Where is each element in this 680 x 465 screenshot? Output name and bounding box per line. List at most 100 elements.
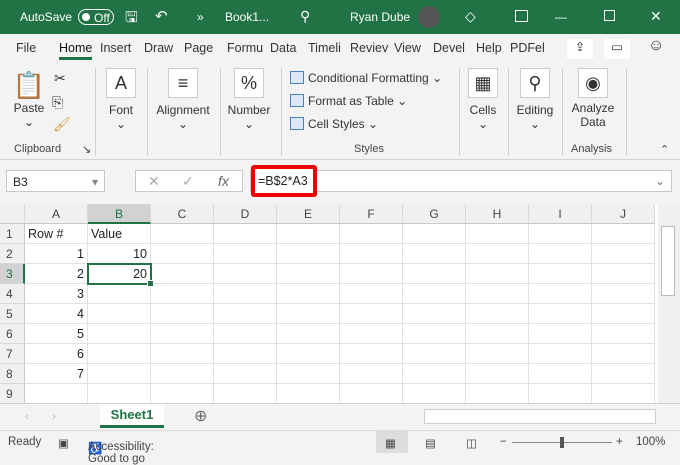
cell-B2[interactable]: 10 bbox=[88, 244, 151, 264]
cell-H6[interactable] bbox=[466, 324, 529, 344]
add-sheet-icon[interactable]: ⊕ bbox=[194, 406, 207, 426]
row-header-1[interactable]: 1 bbox=[0, 224, 25, 244]
cell-A4[interactable]: 3 bbox=[25, 284, 88, 304]
cell-B4[interactable] bbox=[88, 284, 151, 304]
cell-B7[interactable] bbox=[88, 344, 151, 364]
cell-C5[interactable] bbox=[151, 304, 214, 324]
macro-icon[interactable]: ▣ bbox=[58, 436, 69, 450]
row-header-3[interactable]: 3 bbox=[0, 264, 25, 284]
column-header-H[interactable]: H bbox=[466, 204, 529, 224]
row-header-9[interactable]: 9 bbox=[0, 384, 25, 403]
number-button[interactable]: % Number ⌄ bbox=[226, 68, 272, 131]
copy-icon[interactable]: ⎘ bbox=[52, 94, 63, 111]
cell-E3[interactable] bbox=[277, 264, 340, 284]
cell-H4[interactable] bbox=[466, 284, 529, 304]
cell-I2[interactable] bbox=[529, 244, 592, 264]
cell-F4[interactable] bbox=[340, 284, 403, 304]
minimize-icon[interactable]: — bbox=[555, 10, 567, 24]
comments-icon[interactable]: ▭ bbox=[604, 39, 630, 59]
cell-I3[interactable] bbox=[529, 264, 592, 284]
save-icon[interactable]: 🖫 bbox=[125, 7, 138, 32]
cut-icon[interactable]: ✂ bbox=[54, 70, 66, 87]
cell-D8[interactable] bbox=[214, 364, 277, 384]
cell-J5[interactable] bbox=[592, 304, 655, 324]
cell-A7[interactable]: 6 bbox=[25, 344, 88, 364]
cell-H8[interactable] bbox=[466, 364, 529, 384]
alignment-button[interactable]: ≡ Alignment ⌄ bbox=[153, 68, 213, 131]
scroll-thumb[interactable] bbox=[661, 226, 675, 296]
cell-J3[interactable] bbox=[592, 264, 655, 284]
cell-G5[interactable] bbox=[403, 304, 466, 324]
enter-icon[interactable]: ✓ bbox=[182, 173, 194, 190]
tab-timeline[interactable]: Timeli bbox=[308, 41, 341, 55]
column-header-I[interactable]: I bbox=[529, 204, 592, 224]
cell-A2[interactable]: 1 bbox=[25, 244, 88, 264]
cell-C3[interactable] bbox=[151, 264, 214, 284]
tab-review[interactable]: Reviev bbox=[350, 41, 388, 55]
cell-C2[interactable] bbox=[151, 244, 214, 264]
more-commands[interactable]: » bbox=[197, 10, 204, 24]
row-header-2[interactable]: 2 bbox=[0, 244, 25, 264]
column-header-B[interactable]: B bbox=[88, 204, 151, 224]
smiley-icon[interactable]: ☺ bbox=[648, 37, 664, 55]
cell-F2[interactable] bbox=[340, 244, 403, 264]
cells-button[interactable]: ▦ Cells ⌄ bbox=[467, 68, 499, 131]
next-sheet-icon[interactable]: › bbox=[52, 409, 56, 423]
cell-H2[interactable] bbox=[466, 244, 529, 264]
zoom-out-icon[interactable]: − bbox=[500, 436, 507, 448]
cell-J7[interactable] bbox=[592, 344, 655, 364]
cell-F7[interactable] bbox=[340, 344, 403, 364]
tab-file[interactable]: File bbox=[16, 41, 36, 55]
tab-page-layout[interactable]: Page bbox=[184, 41, 213, 55]
page-break-icon[interactable]: ◫ bbox=[466, 436, 477, 450]
cell-H5[interactable] bbox=[466, 304, 529, 324]
cell-E1[interactable] bbox=[277, 224, 340, 244]
cell-H3[interactable] bbox=[466, 264, 529, 284]
cell-J8[interactable] bbox=[592, 364, 655, 384]
diamond-icon[interactable]: ◇ bbox=[465, 8, 476, 25]
collapse-ribbon-icon[interactable]: ⌃ bbox=[660, 143, 669, 156]
cell-J4[interactable] bbox=[592, 284, 655, 304]
cell-D2[interactable] bbox=[214, 244, 277, 264]
cell-B1[interactable]: Value bbox=[88, 224, 151, 244]
paste-button[interactable]: 📋 Paste ⌄ bbox=[12, 70, 46, 129]
cell-E4[interactable] bbox=[277, 284, 340, 304]
cell-F6[interactable] bbox=[340, 324, 403, 344]
vertical-scrollbar[interactable] bbox=[658, 204, 680, 403]
maximize-icon[interactable] bbox=[604, 10, 615, 21]
tab-insert[interactable]: Insert bbox=[100, 41, 131, 55]
tab-draw[interactable]: Draw bbox=[144, 41, 173, 55]
format-as-table-button[interactable]: Format as Table ⌄ bbox=[290, 94, 407, 108]
cell-F8[interactable] bbox=[340, 364, 403, 384]
cell-E6[interactable] bbox=[277, 324, 340, 344]
cell-J9[interactable] bbox=[592, 384, 655, 403]
cell-G9[interactable] bbox=[403, 384, 466, 403]
column-header-C[interactable]: C bbox=[151, 204, 214, 224]
cell-I7[interactable] bbox=[529, 344, 592, 364]
sheet-tab[interactable]: Sheet1 bbox=[100, 404, 164, 428]
zoom-level[interactable]: 100% bbox=[636, 436, 665, 448]
cell-H1[interactable] bbox=[466, 224, 529, 244]
format-painter-icon[interactable]: 🖌 bbox=[53, 116, 71, 133]
editing-button[interactable]: ⚲ Editing ⌄ bbox=[515, 68, 555, 131]
row-header-8[interactable]: 8 bbox=[0, 364, 25, 384]
cell-G7[interactable] bbox=[403, 344, 466, 364]
column-header-G[interactable]: G bbox=[403, 204, 466, 224]
column-header-F[interactable]: F bbox=[340, 204, 403, 224]
cell-A6[interactable]: 5 bbox=[25, 324, 88, 344]
cell-F5[interactable] bbox=[340, 304, 403, 324]
cell-F9[interactable] bbox=[340, 384, 403, 403]
horizontal-scrollbar[interactable] bbox=[424, 409, 656, 424]
cell-G4[interactable] bbox=[403, 284, 466, 304]
ribbon-display-icon[interactable] bbox=[515, 10, 528, 22]
cell-H7[interactable] bbox=[466, 344, 529, 364]
cell-J2[interactable] bbox=[592, 244, 655, 264]
cell-A8[interactable]: 7 bbox=[25, 364, 88, 384]
cell-E2[interactable] bbox=[277, 244, 340, 264]
cell-G6[interactable] bbox=[403, 324, 466, 344]
share-icon[interactable]: ⇪ bbox=[567, 39, 593, 59]
row-header-6[interactable]: 6 bbox=[0, 324, 25, 344]
cell-G2[interactable] bbox=[403, 244, 466, 264]
cell-I5[interactable] bbox=[529, 304, 592, 324]
tab-data[interactable]: Data bbox=[270, 41, 296, 55]
